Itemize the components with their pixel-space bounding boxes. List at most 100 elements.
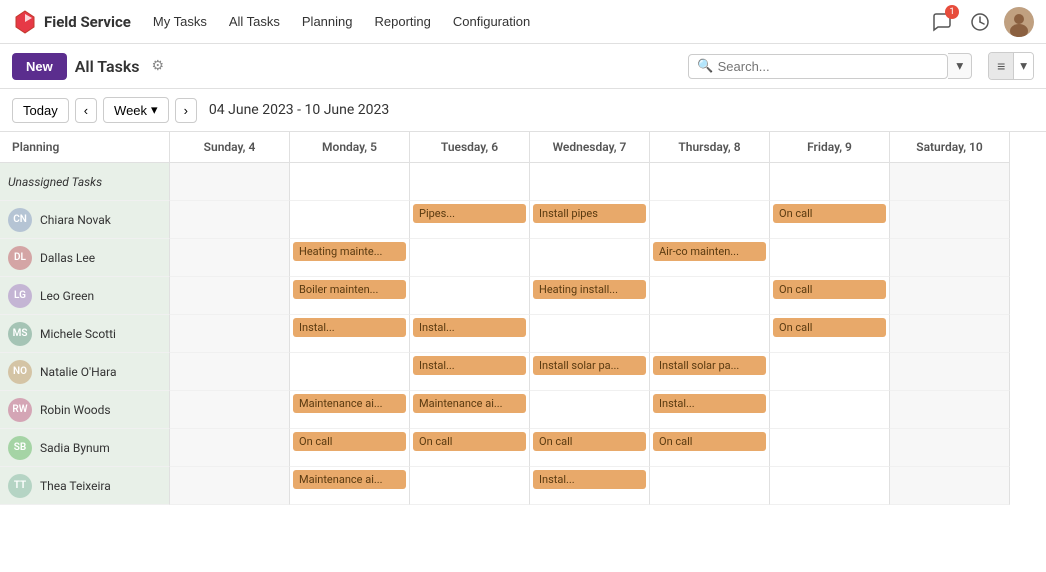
task-chip[interactable]: Boiler mainten... (293, 280, 406, 299)
cell-natalie-day3: Install solar pa... (530, 353, 650, 391)
cell-natalie-day4: Install solar pa... (650, 353, 770, 391)
cell-michele-day5: On call (770, 315, 890, 353)
person-name-sadia: Sadia Bynum (40, 441, 110, 455)
week-label: Week (114, 103, 147, 118)
task-chip[interactable]: Heating install... (533, 280, 646, 299)
nav-reporting[interactable]: Reporting (365, 10, 441, 33)
task-chip[interactable]: Instal... (293, 318, 406, 337)
nav-icons: 1 (928, 7, 1034, 37)
row-label-unassigned: Unassigned Tasks (0, 163, 170, 201)
task-chip[interactable]: On call (533, 432, 646, 451)
cell-michele-day1: Instal... (290, 315, 410, 353)
task-chip[interactable]: On call (773, 280, 886, 299)
cell-sadia-day3: On call (530, 429, 650, 467)
cell-michele-day6 (890, 315, 1010, 353)
view-dropdown-button[interactable]: ▾ (1013, 53, 1033, 79)
cell-thea-day0 (170, 467, 290, 505)
avatar-dallas: DL (8, 246, 32, 270)
person-name-dallas: Dallas Lee (40, 251, 95, 265)
row-label-sadia: SB Sadia Bynum (0, 429, 170, 467)
cell-unassigned-day1 (290, 163, 410, 201)
notifications-button[interactable]: 1 (928, 8, 956, 36)
search-input[interactable] (718, 59, 940, 74)
cell-dallas-day1: Heating mainte... (290, 239, 410, 277)
top-navigation: Field Service My Tasks All Tasks Plannin… (0, 0, 1046, 44)
task-chip[interactable]: Instal... (413, 356, 526, 375)
cell-unassigned-day0 (170, 163, 290, 201)
nav-links: My Tasks All Tasks Planning Reporting Co… (143, 10, 924, 33)
list-view-button[interactable]: ≡ (989, 53, 1013, 79)
task-chip[interactable]: On call (293, 432, 406, 451)
task-chip[interactable]: On call (773, 204, 886, 223)
person-name-chiara: Chiara Novak (40, 213, 111, 227)
settings-icon[interactable]: ⚙ (152, 58, 165, 74)
task-chip[interactable]: Air-co mainten... (653, 242, 766, 261)
col-header-0: Planning (0, 132, 170, 163)
cell-natalie-day5 (770, 353, 890, 391)
date-range: 04 June 2023 - 10 June 2023 (209, 102, 389, 118)
task-chip[interactable]: Pipes... (413, 204, 526, 223)
task-chip[interactable]: Install pipes (533, 204, 646, 223)
cell-dallas-day0 (170, 239, 290, 277)
avatar-image (1004, 7, 1034, 37)
app-logo[interactable]: Field Service (12, 9, 131, 35)
cell-michele-day3 (530, 315, 650, 353)
nav-planning[interactable]: Planning (292, 10, 363, 33)
person-name-michele: Michele Scotti (40, 327, 116, 341)
clock-button[interactable] (966, 8, 994, 36)
row-label-chiara: CNChiara Novak (0, 201, 170, 239)
next-button[interactable]: › (175, 98, 197, 123)
cell-robin-day4: Instal... (650, 391, 770, 429)
today-button[interactable]: Today (12, 98, 69, 123)
task-chip[interactable]: On call (653, 432, 766, 451)
col-header-3: Tuesday, 6 (410, 132, 530, 163)
nav-my-tasks[interactable]: My Tasks (143, 10, 217, 33)
week-button[interactable]: Week ▾ (103, 97, 169, 123)
person-name-natalie: Natalie O'Hara (40, 365, 117, 379)
task-chip[interactable]: On call (773, 318, 886, 337)
person-name-leo: Leo Green (40, 289, 94, 303)
toolbar: New All Tasks ⚙ 🔍 ▾ ≡ ▾ (0, 44, 1046, 89)
person-name-thea: Thea Teixeira (40, 479, 111, 493)
col-header-5: Thursday, 8 (650, 132, 770, 163)
user-avatar[interactable] (1004, 7, 1034, 37)
cell-robin-day0 (170, 391, 290, 429)
cell-dallas-day6 (890, 239, 1010, 277)
avatar-michele: MS (8, 322, 32, 346)
task-chip[interactable]: Instal... (653, 394, 766, 413)
task-chip[interactable]: Heating mainte... (293, 242, 406, 261)
task-chip[interactable]: On call (413, 432, 526, 451)
search-dropdown-button[interactable]: ▾ (948, 53, 972, 79)
nav-all-tasks[interactable]: All Tasks (219, 10, 290, 33)
task-chip[interactable]: Maintenance ai... (293, 394, 406, 413)
new-button[interactable]: New (12, 53, 67, 80)
cell-unassigned-day3 (530, 163, 650, 201)
search-bar[interactable]: 🔍 (688, 54, 948, 79)
cell-sadia-day6 (890, 429, 1010, 467)
cell-chiara-day1 (290, 201, 410, 239)
cell-robin-day2: Maintenance ai... (410, 391, 530, 429)
cell-leo-day2 (410, 277, 530, 315)
avatar-robin: RW (8, 398, 32, 422)
task-chip[interactable]: Instal... (413, 318, 526, 337)
task-chip[interactable]: Maintenance ai... (293, 470, 406, 489)
cell-thea-day2 (410, 467, 530, 505)
cell-chiara-day2: Pipes... (410, 201, 530, 239)
cell-leo-day3: Heating install... (530, 277, 650, 315)
task-chip[interactable]: Install solar pa... (533, 356, 646, 375)
cell-robin-day5 (770, 391, 890, 429)
row-label-leo: LGLeo Green (0, 277, 170, 315)
person-name-unassigned: Unassigned Tasks (8, 175, 102, 189)
avatar-sadia: SB (8, 436, 32, 460)
col-header-2: Monday, 5 (290, 132, 410, 163)
col-header-4: Wednesday, 7 (530, 132, 650, 163)
cell-natalie-day0 (170, 353, 290, 391)
task-chip[interactable]: Install solar pa... (653, 356, 766, 375)
calendar-grid-wrapper: PlanningSunday, 4Monday, 5Tuesday, 6Wedn… (0, 132, 1046, 505)
task-chip[interactable]: Maintenance ai... (413, 394, 526, 413)
nav-configuration[interactable]: Configuration (443, 10, 540, 33)
prev-button[interactable]: ‹ (75, 98, 97, 123)
cell-sadia-day5 (770, 429, 890, 467)
cell-sadia-day2: On call (410, 429, 530, 467)
task-chip[interactable]: Instal... (533, 470, 646, 489)
